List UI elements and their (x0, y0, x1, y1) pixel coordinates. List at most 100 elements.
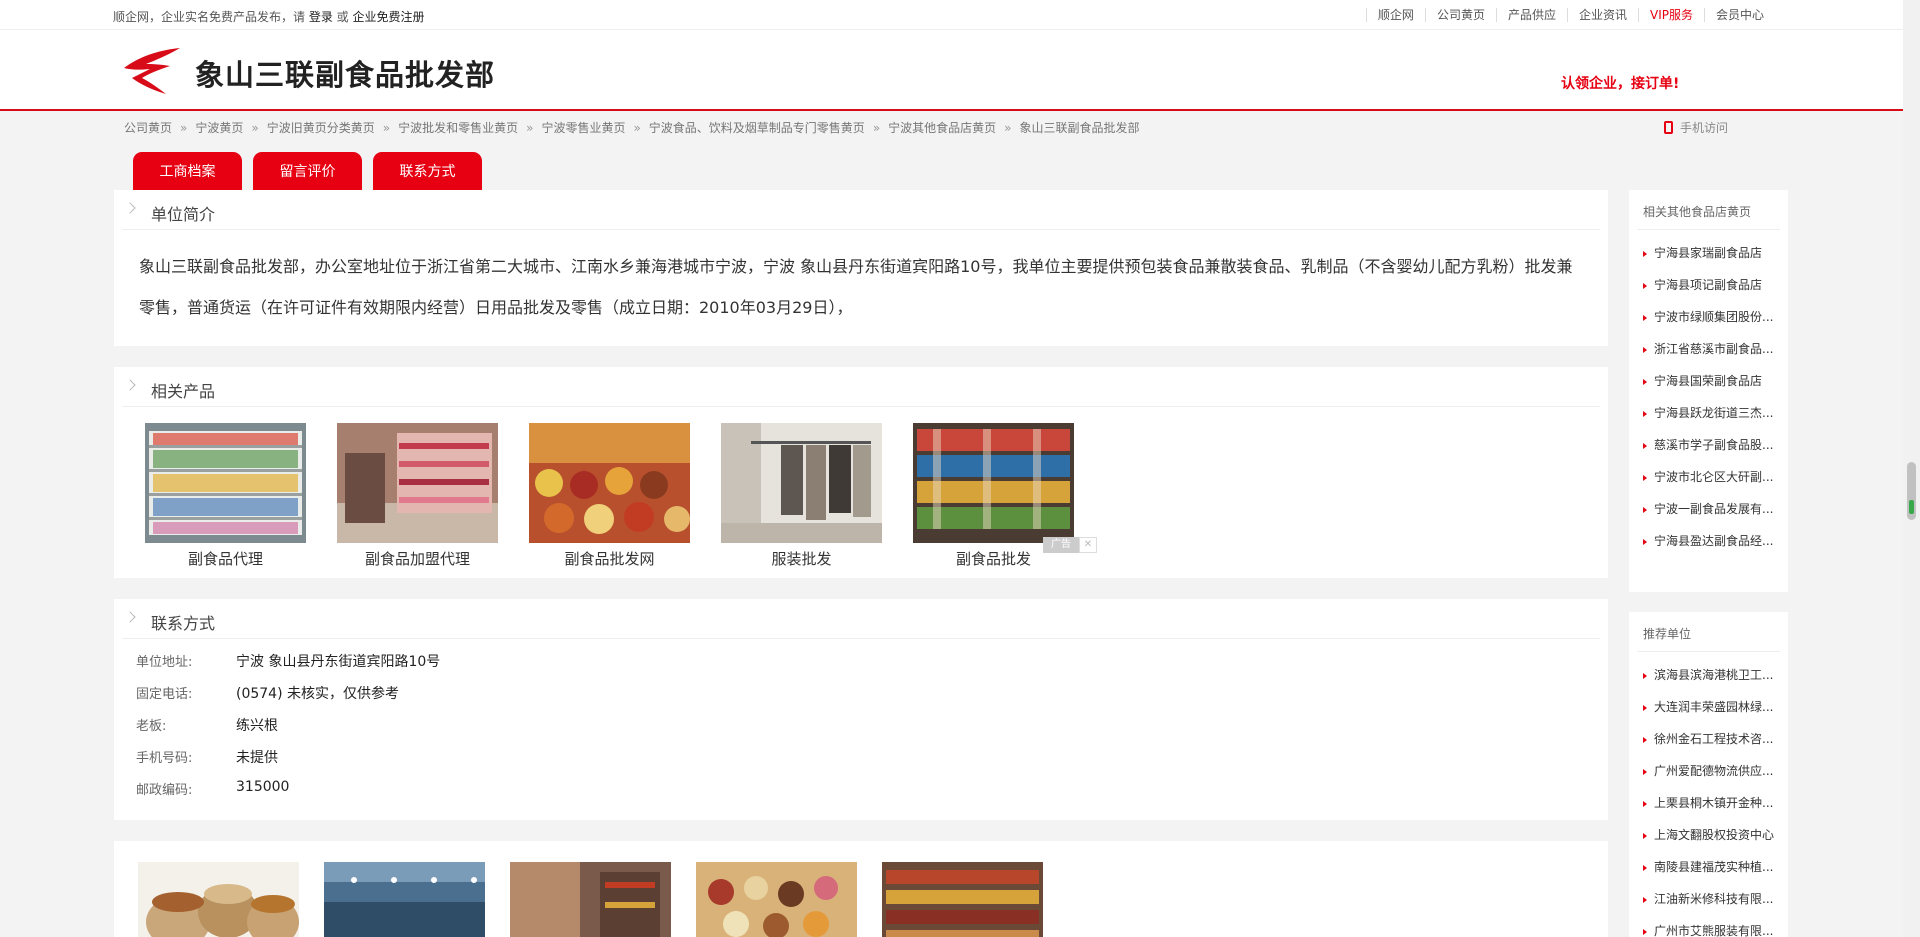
top-link-news[interactable]: 企业资讯 (1566, 8, 1638, 22)
contact-label: 固定电话: (136, 687, 193, 702)
list-item[interactable]: 大连润丰荣盛园林绿... (1643, 699, 1788, 731)
contact-value: 未提供 (236, 750, 278, 766)
ad-label: 广告 (1043, 537, 1079, 553)
list-item[interactable]: 宁海县跃龙街道三杰... (1643, 405, 1788, 437)
top-nav: 顺企网 公司黄页 产品供应 企业资讯 VIP服务 会员中心 (1365, 8, 1775, 22)
top-link-products[interactable]: 产品供应 (1495, 8, 1567, 22)
contact-title: 联系方式 (151, 614, 216, 633)
product-image[interactable] (721, 423, 882, 543)
mobile-visit-link[interactable]: 手机访问 (1664, 119, 1728, 136)
list-item[interactable]: 宁波市北仑区大矸副... (1643, 469, 1788, 501)
contact-row-postcode: 邮政编码: 315000 (136, 779, 1608, 811)
gallery-image[interactable] (138, 862, 299, 937)
gallery-image[interactable] (324, 862, 485, 937)
company-title: 象山三联副食品批发部 (195, 58, 496, 92)
products-panel: 相关产品 副食品代理 副食品加盟代理 副食品批发网 服装批发 副食品批发 广告 … (114, 367, 1608, 578)
products-title: 相关产品 (151, 382, 216, 401)
product-card[interactable]: 副食品代理 (145, 423, 306, 569)
product-card[interactable]: 服装批发 (721, 423, 882, 569)
product-card[interactable]: 副食品批发网 (529, 423, 690, 569)
brand-logo-icon[interactable] (122, 46, 182, 96)
recommend-list: 滨海县滨海港桃卫工... 大连润丰荣盛园林绿... 徐州金石工程技术咨... 广… (1629, 652, 1788, 937)
product-card[interactable]: 副食品加盟代理 (337, 423, 498, 569)
product-image[interactable] (529, 423, 690, 543)
contact-label: 老板: (136, 719, 167, 734)
login-link[interactable]: 登录 (309, 10, 333, 24)
breadcrumb-item[interactable]: 公司黄页 (124, 121, 172, 135)
mobile-phone-icon (1664, 121, 1673, 134)
product-image[interactable] (913, 423, 1074, 543)
contact-value: 宁波 象山县丹东街道宾阳路10号 (236, 654, 441, 670)
list-item[interactable]: 广州爱配德物流供应... (1643, 763, 1788, 795)
top-link-member[interactable]: 会员中心 (1703, 8, 1775, 22)
tab-business-archive[interactable]: 工商档案 (133, 152, 242, 190)
contact-row-phone: 固定电话: (0574) 未核实，仅供参考 (136, 683, 1608, 715)
list-item[interactable]: 宁海县家瑞副食品店 (1643, 245, 1788, 277)
tab-bar: 工商档案 留言评价 联系方式 (133, 152, 482, 190)
contact-label: 手机号码: (136, 751, 193, 766)
contact-value: (0574) 未核实，仅供参考 (236, 686, 400, 702)
top-bar: 顺企网，企业实名免费产品发布，请 登录 或 企业免费注册 顺企网 公司黄页 产品… (0, 0, 1903, 30)
related-list: 宁海县家瑞副食品店 宁海县项记副食品店 宁波市绿顺集团股份... 浙江省慈溪市副… (1629, 230, 1788, 565)
contact-label: 邮政编码: (136, 783, 193, 798)
contact-value: 315000 (236, 779, 290, 795)
ad-close-icon[interactable]: ✕ (1079, 537, 1097, 553)
recommend-sidebar: 推荐单位 滨海县滨海港桃卫工... 大连润丰荣盛园林绿... 徐州金石工程技术咨… (1629, 612, 1788, 937)
header: 象山三联副食品批发部 认领企业，接订单! (0, 30, 1903, 111)
claim-company-link[interactable]: 认领企业，接订单! (1561, 73, 1679, 93)
product-name[interactable]: 副食品代理 (145, 548, 306, 569)
contact-row-boss: 老板: 练兴根 (136, 715, 1608, 747)
recommend-title: 推荐单位 (1637, 612, 1780, 652)
product-name[interactable]: 副食品加盟代理 (337, 548, 498, 569)
breadcrumb-item[interactable]: 宁波其他食品店黄页 (888, 121, 996, 135)
breadcrumb-item[interactable]: 宁波批发和零售业黄页 (398, 121, 518, 135)
contact-value: 练兴根 (236, 718, 278, 734)
list-item[interactable]: 宁海县盈达副食品经... (1643, 533, 1788, 565)
list-item[interactable]: 广州市艾熊服装有限... (1643, 923, 1788, 937)
list-item[interactable]: 徐州金石工程技术咨... (1643, 731, 1788, 763)
gallery-image[interactable] (696, 862, 857, 937)
intro-header: 单位简介 (122, 190, 1600, 230)
contact-row-address: 单位地址: 宁波 象山县丹东街道宾阳路10号 (136, 651, 1608, 683)
list-item[interactable]: 上栗县桐木镇开金种... (1643, 795, 1788, 827)
breadcrumb-item[interactable]: 宁波食品、饮料及烟草制品专门零售黄页 (649, 121, 865, 135)
breadcrumb-item[interactable]: 宁波黄页 (195, 121, 243, 135)
tab-reviews[interactable]: 留言评价 (253, 152, 362, 190)
list-item[interactable]: 慈溪市学子副食品股... (1643, 437, 1788, 469)
list-item[interactable]: 滨海县滨海港桃卫工... (1643, 667, 1788, 699)
tab-contact[interactable]: 联系方式 (373, 152, 482, 190)
contact-row-mobile: 手机号码: 未提供 (136, 747, 1608, 779)
list-item[interactable]: 宁海县国荣副食品店 (1643, 373, 1788, 405)
list-item[interactable]: 南陵县建福茂实种植... (1643, 859, 1788, 891)
product-name[interactable]: 副食品批发网 (529, 548, 690, 569)
contact-panel: 联系方式 单位地址: 宁波 象山县丹东街道宾阳路10号 固定电话: (0574) 未… (114, 599, 1608, 820)
register-link[interactable]: 企业免费注册 (352, 10, 424, 24)
top-link-yellowpages[interactable]: 公司黄页 (1424, 8, 1496, 22)
top-link-shunqi[interactable]: 顺企网 (1365, 8, 1425, 22)
gallery-image[interactable] (882, 862, 1043, 937)
product-image[interactable] (145, 423, 306, 543)
product-image[interactable] (337, 423, 498, 543)
mobile-visit-label: 手机访问 (1680, 121, 1729, 135)
notice-text: 顺企网，企业实名免费产品发布，请 (113, 10, 309, 24)
contact-header: 联系方式 (122, 599, 1600, 639)
list-item[interactable]: 上海文翻股权投资中心 (1643, 827, 1788, 859)
product-name[interactable]: 服装批发 (721, 548, 882, 569)
top-link-vip[interactable]: VIP服务 (1637, 8, 1704, 22)
list-item[interactable]: 宁波市绿顺集团股份... (1643, 309, 1788, 341)
page-scrollbar[interactable] (1903, 0, 1920, 937)
related-title: 相关其他食品店黄页 (1637, 190, 1780, 230)
breadcrumb-item[interactable]: 宁波零售业黄页 (541, 121, 625, 135)
scrollbar-thumb[interactable] (1907, 462, 1916, 520)
gallery-image[interactable] (510, 862, 671, 937)
intro-title: 单位简介 (151, 205, 216, 224)
contact-label: 单位地址: (136, 655, 193, 670)
list-item[interactable]: 浙江省慈溪市副食品... (1643, 341, 1788, 373)
image-gallery-panel (114, 841, 1608, 937)
list-item[interactable]: 江油新米修科技有限... (1643, 891, 1788, 923)
breadcrumb-item[interactable]: 宁波旧黄页分类黄页 (267, 121, 375, 135)
list-item[interactable]: 宁波一副食品发展有... (1643, 501, 1788, 533)
list-item[interactable]: 宁海县项记副食品店 (1643, 277, 1788, 309)
ad-badge: 广告 ✕ (1043, 537, 1097, 553)
intro-panel: 单位简介 象山三联副食品批发部，办公室地址位于浙江省第二大城市、江南水乡兼海港城… (114, 190, 1608, 346)
